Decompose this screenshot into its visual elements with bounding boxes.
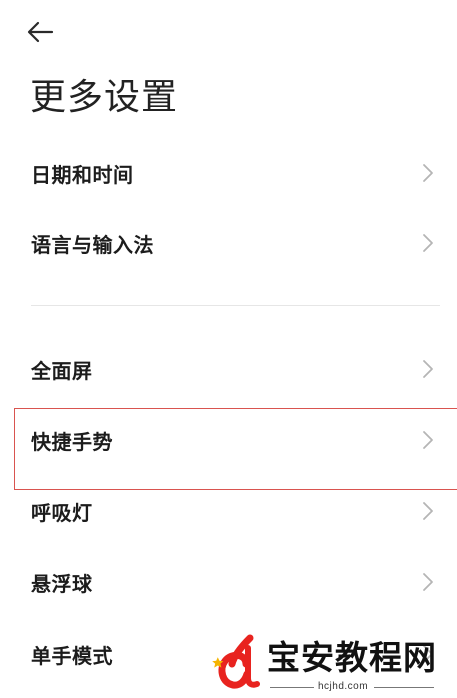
chevron-right-icon (421, 501, 435, 521)
settings-item-label: 快捷手势 (31, 429, 113, 454)
settings-item-label: 悬浮球 (31, 571, 93, 596)
settings-item-label: 呼吸灯 (31, 500, 93, 525)
chevron-right-icon (421, 163, 435, 183)
section-divider (31, 305, 440, 306)
settings-item-label: 日期和时间 (31, 162, 134, 187)
settings-item-floating-ball[interactable]: 悬浮球 (0, 547, 457, 617)
brand-logo-icon (212, 634, 260, 689)
settings-item-full-screen[interactable]: 全面屏 (0, 334, 457, 404)
settings-item-label: 单手模式 (31, 643, 113, 668)
watermark: 宝安教程网 hcjhd.com (210, 632, 457, 698)
settings-item-label: 全面屏 (31, 358, 93, 383)
watermark-rule-right (374, 687, 434, 688)
watermark-rule-left (270, 687, 314, 688)
settings-item-date-time[interactable]: 日期和时间 (0, 138, 457, 208)
arrow-left-icon (27, 21, 54, 43)
chevron-right-icon (421, 430, 435, 450)
chevron-right-icon (421, 233, 435, 253)
watermark-url: hcjhd.com (318, 681, 369, 692)
chevron-right-icon (421, 359, 435, 379)
settings-item-language-input[interactable]: 语言与输入法 (0, 208, 457, 278)
watermark-brand-text: 宝安教程网 (267, 638, 437, 677)
back-button[interactable] (26, 14, 66, 50)
chevron-right-icon (421, 572, 435, 592)
settings-item-gesture-shortcuts[interactable]: 快捷手势 (0, 405, 457, 475)
page-title: 更多设置 (30, 77, 179, 118)
settings-item-notification-light[interactable]: 呼吸灯 (0, 476, 457, 546)
settings-item-label: 语言与输入法 (31, 232, 154, 257)
